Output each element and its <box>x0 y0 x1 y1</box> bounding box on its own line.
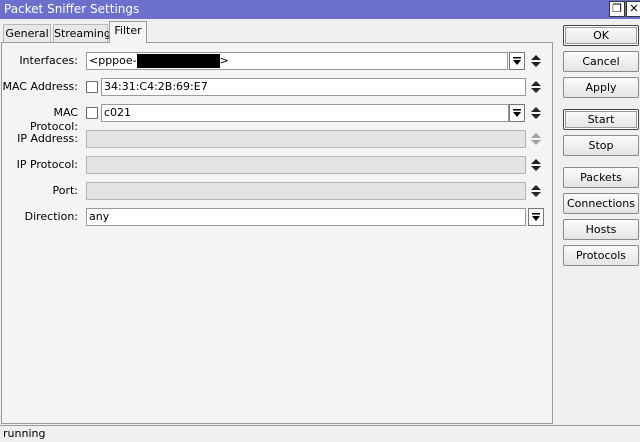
close-icon[interactable]: ✕ <box>626 1 640 17</box>
interfaces-label: Interfaces: <box>19 54 78 67</box>
tab-streaming[interactable]: Streaming <box>53 24 111 43</box>
window-title: Packet Sniffer Settings <box>4 2 140 16</box>
connections-button[interactable]: Connections <box>563 193 639 214</box>
hosts-button[interactable]: Hosts <box>563 219 639 240</box>
dropdown-arrow-icon <box>513 107 521 120</box>
title-bar: Packet Sniffer Settings ❐ ✕ <box>0 0 640 19</box>
tab-bar: General Streaming Filter <box>0 19 552 43</box>
tab-general[interactable]: General <box>3 24 51 43</box>
port-field[interactable] <box>86 182 526 200</box>
up-down-arrows-icon[interactable] <box>530 182 542 200</box>
interfaces-field[interactable]: <pppoe- > <box>86 52 508 70</box>
interfaces-value-prefix: <pppoe- <box>89 54 137 67</box>
ok-button[interactable]: OK <box>563 25 639 46</box>
stop-button[interactable]: Stop <box>563 135 639 156</box>
filter-panel: Interfaces: <pppoe- > MAC Address: 34:31:… <box>1 42 553 424</box>
interfaces-value-suffix: > <box>219 54 229 67</box>
status-bar: running <box>0 425 640 442</box>
up-down-arrows-icon[interactable] <box>530 130 542 148</box>
apply-button[interactable]: Apply <box>563 77 639 98</box>
mac-address-negate-checkbox[interactable] <box>86 81 98 93</box>
cancel-button[interactable]: Cancel <box>563 51 639 72</box>
ip-protocol-field[interactable] <box>86 156 526 174</box>
mac-protocol-dropdown[interactable] <box>509 104 525 122</box>
direction-dropdown[interactable] <box>528 208 544 226</box>
ip-address-label: IP Address: <box>17 132 78 145</box>
mac-address-label: MAC Address: <box>2 80 78 93</box>
up-down-arrows-icon[interactable] <box>530 52 542 70</box>
up-down-arrows-icon[interactable] <box>530 104 542 122</box>
up-down-arrows-icon[interactable] <box>530 156 542 174</box>
status-text: running <box>3 427 46 440</box>
mac-protocol-field[interactable]: c021 <box>101 104 509 122</box>
up-down-arrows-icon[interactable] <box>530 78 542 96</box>
mac-protocol-negate-checkbox[interactable] <box>86 107 98 119</box>
ip-protocol-label: IP Protocol: <box>16 158 78 171</box>
packets-button[interactable]: Packets <box>563 167 639 188</box>
redacted-block <box>136 54 220 68</box>
dropdown-arrow-icon <box>532 211 540 224</box>
direction-label: Direction: <box>24 210 78 223</box>
ip-address-field[interactable] <box>86 130 526 148</box>
mac-address-field[interactable]: 34:31:C4:2B:69:E7 <box>101 78 526 96</box>
direction-field[interactable]: any <box>86 208 526 226</box>
mac-protocol-label: MAC Protocol: <box>29 106 78 133</box>
restore-window-icon[interactable]: ❐ <box>609 1 625 17</box>
dropdown-arrow-icon <box>513 55 521 68</box>
port-label: Port: <box>52 184 78 197</box>
tab-filter[interactable]: Filter <box>109 21 147 43</box>
start-button[interactable]: Start <box>563 109 639 130</box>
interfaces-dropdown[interactable] <box>509 52 525 70</box>
protocols-button[interactable]: Protocols <box>563 245 639 266</box>
